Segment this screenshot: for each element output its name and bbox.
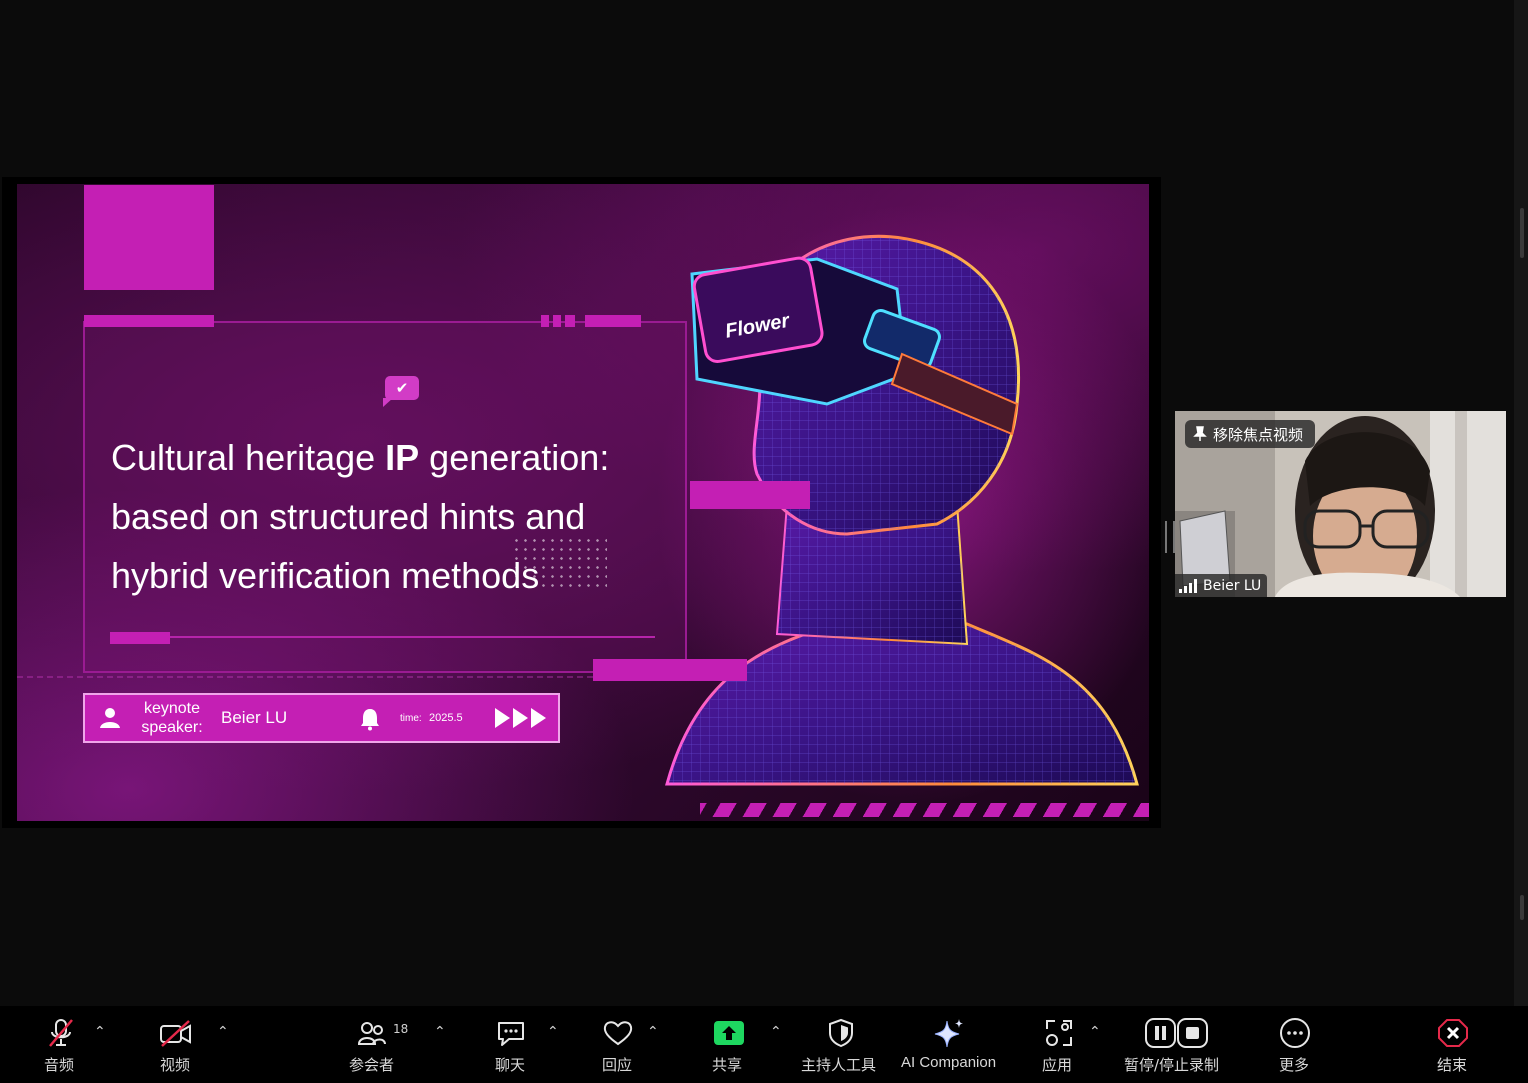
panel-resize-handle[interactable] [1165,521,1175,553]
video-off-icon [160,1020,191,1047]
decor-square [84,185,214,290]
video-label: 视频 [160,1056,191,1074]
user-icon [100,708,120,728]
audio-button[interactable]: 音频 [40,1006,82,1083]
decor-bar-mid [690,481,810,509]
participants-button[interactable]: 18 参会者 [345,1006,409,1083]
share-options-caret[interactable]: ⌃ [770,1024,782,1040]
presentation-slide: ✔ Cultural heritage IP generation: based… [17,184,1149,821]
decor-bar [84,315,214,327]
video-button[interactable]: 视频 [158,1006,198,1083]
record-controls-button[interactable]: 暂停/停止录制 [1123,1006,1229,1083]
shared-screen: ✔ Cultural heritage IP generation: based… [2,177,1161,828]
shield-icon [829,1018,853,1048]
time-value: 2025.5 [429,712,463,724]
bell-icon [361,709,379,731]
participants-count: 18 [393,1022,409,1036]
decor-stripes [700,803,1149,817]
chat-button[interactable]: 聊天 [492,1006,532,1083]
end-label: 结束 [1437,1056,1468,1074]
dot-grid-decor [512,536,607,591]
pause-stop-record-icon [1145,1018,1208,1048]
chat-options-caret[interactable]: ⌃ [547,1024,559,1040]
checkmark-bubble-icon: ✔ [383,376,419,407]
meeting-toolbar: 音频 ⌃ 视频 ⌃ 18 参会者 ⌃ 聊天 ⌃ 回应 ⌃ 共享 ⌃ 主持人工具 … [0,1006,1528,1083]
reactions-button[interactable]: 回应 [600,1006,640,1083]
time-label: time: [400,713,422,724]
participants-label: 参会者 [349,1056,395,1074]
signal-strength-icon [1179,578,1197,593]
share-screen-icon [714,1021,744,1045]
more-button[interactable]: 更多 [1276,1006,1316,1083]
right-scroll-edge [1514,0,1528,1006]
apps-button[interactable]: 应用 [1040,1006,1080,1083]
unpin-label: 移除焦点视频 [1213,425,1304,444]
scroll-thumb[interactable] [1520,208,1524,258]
more-icon [1280,1018,1310,1048]
audio-label: 音频 [44,1056,75,1074]
speaker-label: keynote speaker: [141,700,203,736]
decor-pill [110,632,170,644]
reactions-label: 回应 [602,1056,633,1074]
participants-icon [357,1022,386,1045]
heart-icon [603,1021,633,1046]
apps-label: 应用 [1042,1056,1073,1074]
end-meeting-icon [1438,1019,1468,1047]
muted-mic-icon [49,1019,73,1047]
speaker-name: Beier LU [221,708,288,727]
decor-dashed-line [17,676,593,678]
chat-label: 聊天 [495,1056,526,1074]
participant-name: Beier LU [1203,577,1262,594]
more-label: 更多 [1279,1056,1310,1074]
end-meeting-button[interactable]: 结束 [1434,1006,1474,1083]
share-button[interactable]: 共享 [710,1006,750,1083]
sparkle-icon [934,1019,963,1048]
speaker-info-box: keynote speaker: Beier LU time: 2025.5 [83,693,560,743]
audio-options-caret[interactable]: ⌃ [94,1024,106,1040]
apps-options-caret[interactable]: ⌃ [1089,1024,1101,1040]
participant-name-badge: Beier LU [1175,574,1268,597]
ai-companion-button[interactable]: AI Companion [900,1006,1000,1083]
decor-line [110,636,655,638]
decor-bar-low [593,659,747,681]
triple-arrow-icon [495,708,546,728]
record-label: 暂停/停止录制 [1124,1056,1220,1074]
participant-video-tile[interactable]: 移除焦点视频 Beier LU [1175,411,1506,597]
participants-options-caret[interactable]: ⌃ [434,1024,446,1040]
apps-icon [1046,1020,1072,1046]
share-label: 共享 [712,1056,743,1074]
reactions-options-caret[interactable]: ⌃ [647,1024,659,1040]
ai-companion-label: AI Companion [901,1054,997,1071]
unpin-video-button[interactable]: 移除焦点视频 [1185,420,1316,448]
host-tools-label: 主持人工具 [801,1056,877,1074]
video-options-caret[interactable]: ⌃ [217,1024,229,1040]
pin-icon [1193,426,1207,441]
scroll-marker [1520,895,1524,920]
host-tools-button[interactable]: 主持人工具 [800,1006,884,1083]
chat-icon [498,1022,524,1046]
